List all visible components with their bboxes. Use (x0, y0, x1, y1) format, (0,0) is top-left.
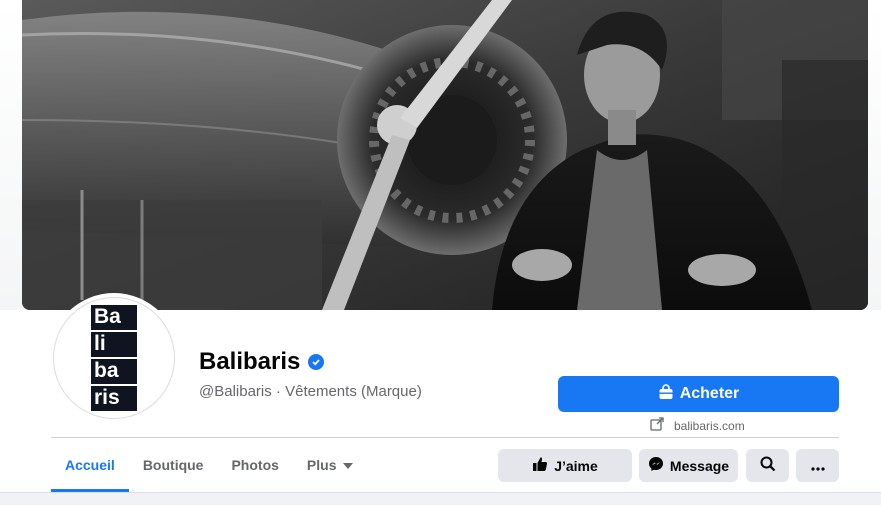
tab-accueil[interactable]: Accueil (51, 438, 129, 492)
message-button[interactable]: Message (639, 449, 738, 482)
buy-button-label: Acheter (679, 385, 740, 402)
message-button-label: Message (669, 457, 730, 474)
logo-line: ris (91, 386, 137, 411)
page-tabs: Accueil Boutique Photos Plus (51, 438, 367, 492)
tab-plus[interactable]: Plus (293, 438, 367, 492)
search-button[interactable] (746, 449, 789, 482)
tab-photos[interactable]: Photos (217, 438, 292, 492)
buy-button[interactable]: Acheter (558, 376, 839, 412)
cover-photo[interactable] (22, 0, 868, 310)
cover-photo-image (22, 0, 868, 310)
search-icon (760, 456, 776, 475)
verified-badge-icon (308, 354, 325, 370)
page-name-text: Balibaris (199, 348, 301, 375)
page-content-background (0, 492, 881, 505)
tab-label: Accueil (65, 457, 115, 473)
tab-label: Boutique (142, 457, 204, 473)
brand-logo: Ba li ba ris (91, 305, 137, 411)
logo-line: li (91, 332, 137, 357)
page-title: Balibaris (199, 348, 325, 376)
profile-picture[interactable]: Ba li ba ris (53, 297, 175, 419)
website-url: balibaris.com (674, 418, 745, 433)
like-button[interactable]: J’aime (498, 449, 632, 482)
subtitle-separator: · (271, 383, 286, 400)
page-category[interactable]: Vêtements (Marque) (285, 383, 422, 400)
logo-line: Ba (91, 305, 137, 330)
website-link[interactable]: balibaris.com (650, 417, 745, 434)
page-subtitle: @Balibaris · Vêtements (Marque) (199, 383, 422, 400)
messenger-icon (648, 456, 664, 475)
tab-label: Photos (231, 457, 279, 473)
caret-down-icon (342, 457, 353, 473)
external-link-icon (650, 417, 664, 434)
like-button-label: J’aime (554, 457, 598, 474)
page-handle: @Balibaris (199, 383, 272, 400)
logo-line: ba (91, 359, 137, 384)
tab-boutique[interactable]: Boutique (129, 438, 218, 492)
shopping-bag-icon (658, 383, 674, 405)
thumbs-up-icon (532, 456, 548, 475)
more-options-button[interactable] (796, 449, 839, 482)
more-options-icon (810, 458, 825, 474)
tab-label: Plus (306, 457, 337, 473)
